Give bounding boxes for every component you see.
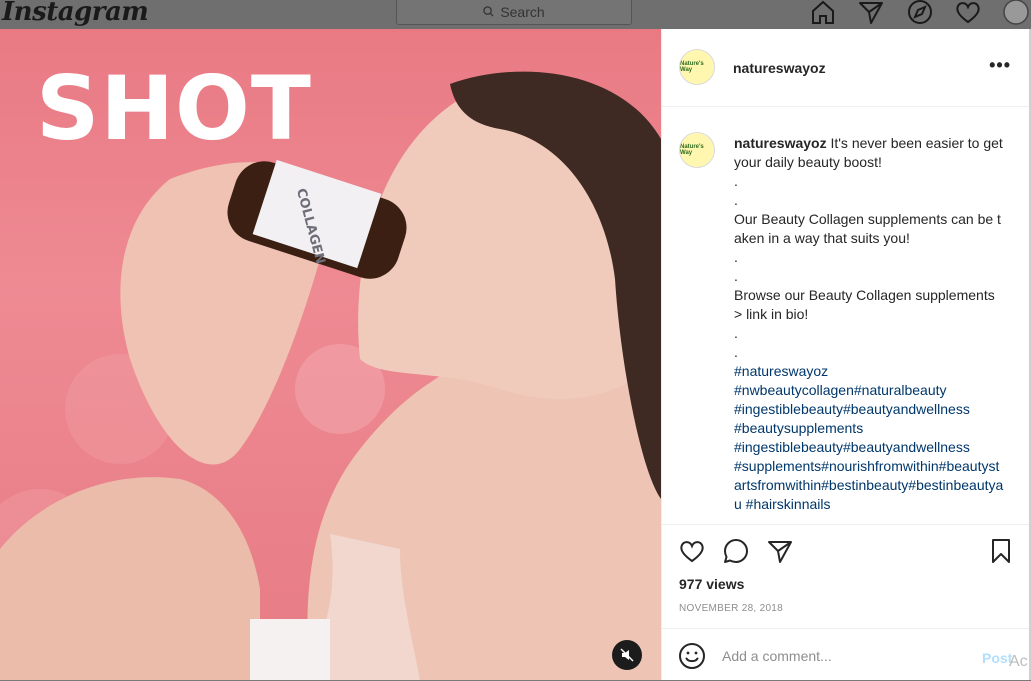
post-comment-button[interactable]: Post: [982, 650, 1012, 666]
post-video[interactable]: COLLAGEN SHOT: [0, 29, 661, 680]
post-actions: 977 views NOVEMBER 28, 2018 Post: [662, 524, 1030, 680]
save-bookmark-icon[interactable]: [987, 537, 1015, 565]
more-options-button[interactable]: •••: [989, 55, 1011, 76]
add-comment-row: Post: [662, 628, 1030, 681]
emoji-icon[interactable]: [678, 642, 706, 670]
post-date: NOVEMBER 28, 2018: [679, 603, 784, 614]
view-count[interactable]: 977 views: [679, 576, 744, 592]
caption-area: Nature's Way natureswayoz It's never bee…: [662, 108, 1030, 524]
explore-icon[interactable]: [906, 0, 934, 26]
author-avatar[interactable]: Nature's Way: [679, 49, 715, 85]
add-comment-input[interactable]: [722, 644, 962, 668]
comment-icon[interactable]: [722, 537, 750, 565]
heart-icon[interactable]: [954, 0, 982, 26]
like-heart-icon[interactable]: [678, 537, 706, 565]
caption-username[interactable]: natureswayoz: [734, 135, 827, 151]
search-placeholder: Search: [500, 3, 545, 20]
post-caption: natureswayoz It's never been easier to g…: [734, 134, 1006, 514]
speaker-muted-icon: [620, 648, 634, 662]
caption-hashtags[interactable]: #natureswayoz #nwbeautycollagen#naturalb…: [734, 363, 1003, 512]
caption-avatar[interactable]: Nature's Way: [679, 132, 715, 168]
video-overlay-text: SHOT: [36, 57, 312, 160]
direct-icon[interactable]: [857, 0, 885, 26]
post-side-panel: Nature's Way natureswayoz ••• Nature's W…: [661, 29, 1030, 680]
mute-button[interactable]: [612, 640, 642, 670]
caption-text: It's never been easier to get your daily…: [734, 135, 1003, 360]
author-username[interactable]: natureswayoz: [733, 60, 826, 76]
home-icon[interactable]: [809, 0, 837, 26]
activate-windows-text: Ac: [1009, 653, 1028, 670]
search-icon: [483, 6, 494, 17]
share-icon[interactable]: [766, 537, 794, 565]
instagram-logo[interactable]: Instagram: [2, 0, 149, 27]
top-nav-bar: Instagram Search: [0, 0, 1031, 29]
profile-avatar[interactable]: [1002, 0, 1030, 26]
post-header: Nature's Way natureswayoz •••: [662, 29, 1029, 107]
search-box[interactable]: Search: [396, 0, 632, 25]
